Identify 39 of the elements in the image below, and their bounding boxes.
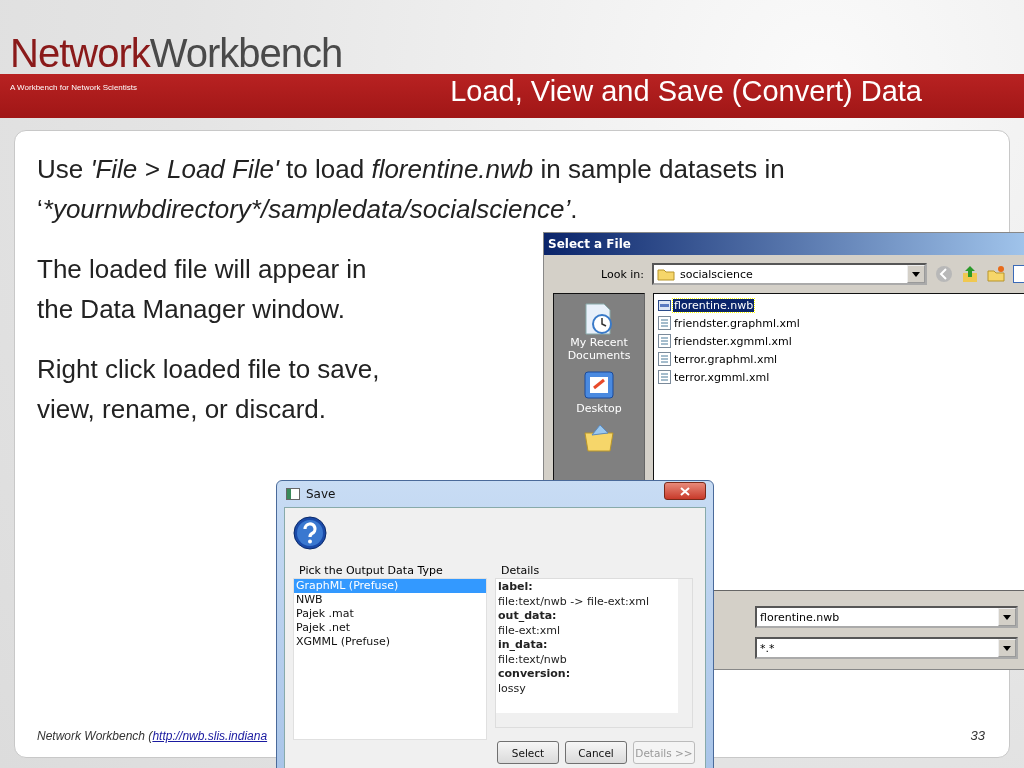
footer-text: Network Workbench (http://nwb.slis.indiana xyxy=(37,728,268,743)
logo-workbench-text: Workbench xyxy=(149,31,343,75)
dialog-title: Save xyxy=(306,487,337,501)
details-line: label: xyxy=(498,580,534,595)
body-paragraph: Use 'File > Load File' to load florentine.nwb in sample datasets in ‘*yournwbdirectory*/sampledata/socialscience’. xyxy=(37,153,786,226)
details-line: lossy xyxy=(498,681,527,696)
output-type-item[interactable]: NWB xyxy=(294,593,486,607)
details-line: file-ext:xml xyxy=(498,623,562,638)
details-line: conversion: xyxy=(498,667,572,682)
logo-tagline: A Workbench for Network Scientists xyxy=(10,83,138,92)
output-type-item[interactable]: Pajek .net xyxy=(294,621,486,635)
output-type-item[interactable]: XGMML (Prefuse) xyxy=(294,635,486,649)
details-heading: Details xyxy=(500,564,541,578)
output-type-heading: Pick the Output Data Type xyxy=(298,564,444,578)
details-line: out_data: xyxy=(498,609,558,624)
file-name-field[interactable]: florentine.nwb xyxy=(755,606,1018,628)
details-line: file:text/nwb -> file-ext:xml xyxy=(498,594,651,609)
details-line: in_data: xyxy=(498,638,549,653)
dialog-button[interactable]: Select xyxy=(497,741,559,764)
look-in-label: Look in: xyxy=(600,267,644,281)
logo-network-text: Network xyxy=(10,31,150,75)
look-in-dropdown[interactable]: socialscience xyxy=(652,263,927,285)
file-item[interactable]: florentine.nwb xyxy=(658,296,1024,314)
slide-title: Load, View and Save (Convert) Data xyxy=(450,75,922,108)
file-item[interactable]: terror.graphml.xml xyxy=(658,350,1024,368)
file-item[interactable]: terror.xgmml.xml xyxy=(658,368,1024,386)
dialog-button[interactable]: Cancel xyxy=(565,741,627,764)
output-type-item[interactable]: Pajek .mat xyxy=(294,607,486,621)
file-item[interactable]: friendster.graphml.xml xyxy=(658,314,1024,332)
footer-link[interactable]: http://nwb.slis.indiana xyxy=(152,728,268,743)
details-line: file:text/nwb xyxy=(498,652,568,667)
file-item[interactable]: friendster.xgmml.xml xyxy=(658,332,1024,350)
places-item[interactable]: Desktop xyxy=(564,368,634,415)
page-number: 33 xyxy=(970,728,985,743)
dialog-title: Select a File xyxy=(548,237,631,251)
body-paragraph: The loaded file will appear in the Data Manager window. xyxy=(37,253,368,326)
body-paragraph: Right click loaded file to save, view, rename, or discard. xyxy=(37,353,381,426)
places-item[interactable]: My Recent Documents xyxy=(564,302,634,362)
file-type-dropdown[interactable]: *.* xyxy=(755,637,1018,659)
